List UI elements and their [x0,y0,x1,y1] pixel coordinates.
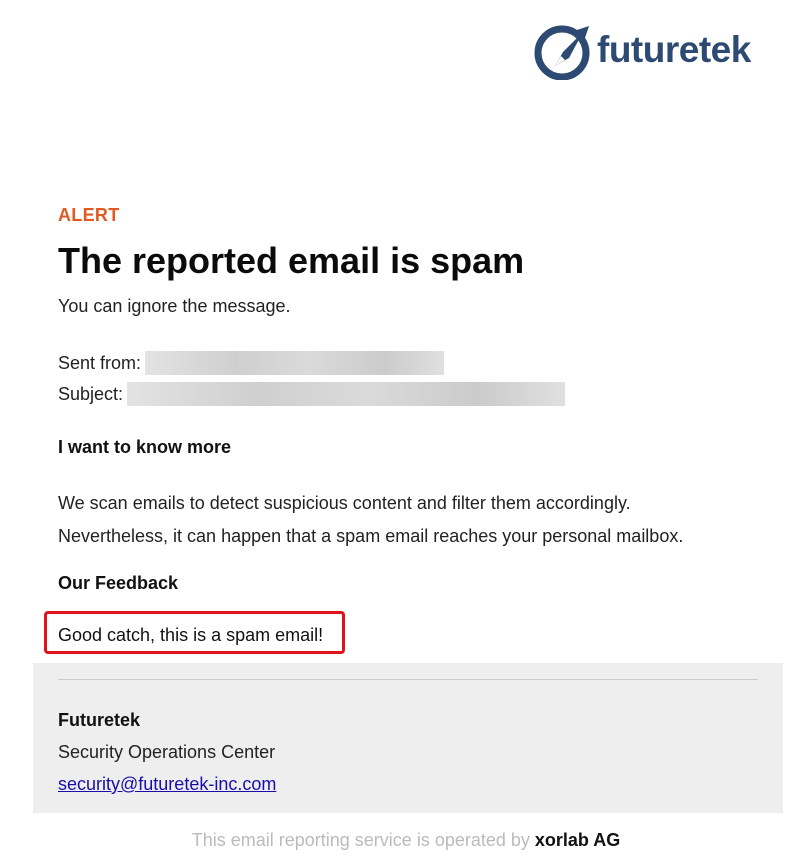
page-title: The reported email is spam [58,240,525,281]
sent-from-label: Sent from: [58,352,142,373]
security-email-link[interactable]: security@futuretek-inc.com [58,774,276,795]
sent-from-row: Sent from: [58,351,445,375]
operated-by-prefix: This email reporting service is operated… [191,830,530,850]
subject-row: Subject: [58,382,566,406]
subject-redacted [127,382,566,406]
sent-from-redacted [145,351,445,375]
arrow-circle-icon [534,25,590,80]
subject-label: Subject: [58,383,124,404]
know-more-heading: I want to know more [58,437,232,457]
feedback-heading: Our Feedback [58,573,179,593]
footer-divider [58,679,758,680]
alert-label: ALERT [58,205,120,225]
email-page: futuretek ALERT The reported email is sp… [0,0,812,868]
operator-brand: xorlab AG [534,830,621,850]
footer-org-name: Futuretek [58,710,141,730]
feedback-text: Good catch, this is a spam email! [58,625,324,645]
alert-subline: You can ignore the message. [58,296,291,316]
info-line-1: We scan emails to detect suspicious cont… [58,493,631,513]
futuretek-logo: futuretek [533,22,751,82]
footer-department: Security Operations Center [58,742,276,762]
footer-panel: Futuretek Security Operations Center sec… [33,663,783,813]
logo-wordmark: futuretek [597,29,751,70]
info-paragraph: We scan emails to detect suspicious cont… [58,487,758,553]
info-line-2: Nevertheless, it can happen that a spam … [58,526,684,546]
operated-by-notice: This email reporting service is operated… [0,830,812,851]
